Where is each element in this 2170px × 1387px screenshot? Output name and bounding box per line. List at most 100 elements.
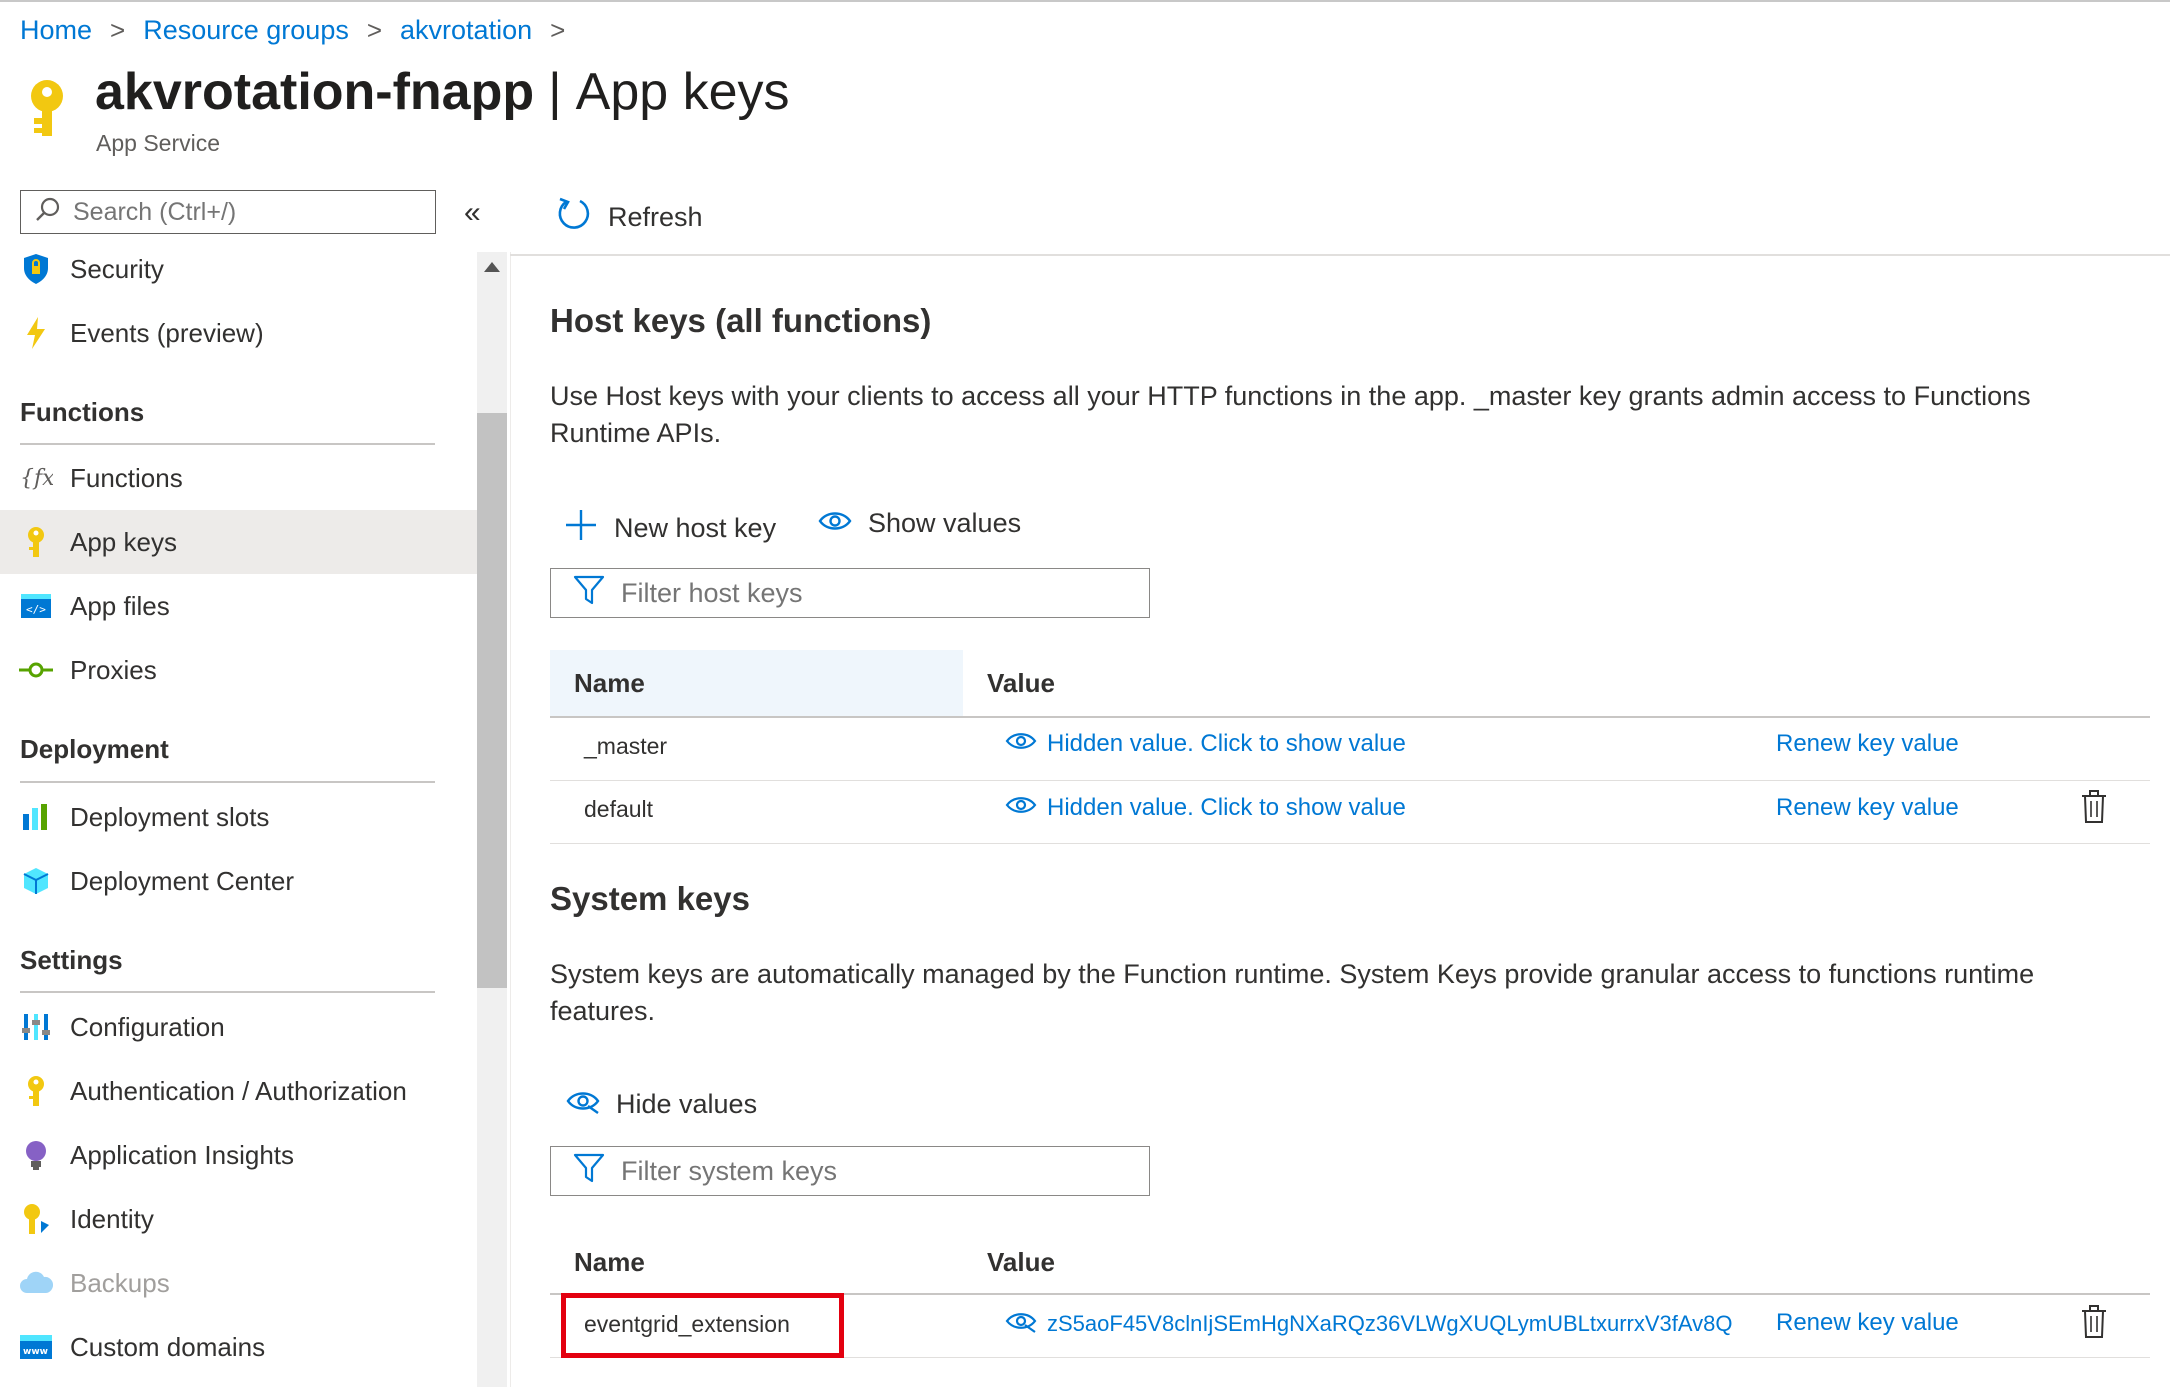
- svg-text:{fx}: {fx}: [20, 466, 53, 491]
- code-file-icon: </>: [16, 586, 56, 626]
- sidebar-item-app-keys[interactable]: App keys: [0, 510, 477, 574]
- collapse-sidebar-button[interactable]: «: [464, 196, 481, 230]
- sidebar-search[interactable]: [20, 190, 436, 234]
- breadcrumb: Home > Resource groups > akvrotation >: [20, 12, 583, 48]
- host-column-name[interactable]: Name: [574, 668, 645, 699]
- section-divider: [20, 781, 435, 783]
- sidebar-item-deployment-center[interactable]: Deployment Center: [0, 849, 477, 913]
- sidebar-item-functions[interactable]: {fx} Functions: [0, 446, 477, 510]
- renew-key-link[interactable]: Renew key value: [1776, 794, 1959, 822]
- refresh-label: Refresh: [608, 201, 703, 232]
- sidebar-item-backups[interactable]: Backups: [0, 1251, 477, 1315]
- plus-icon: [564, 508, 614, 549]
- filter-icon: [573, 574, 605, 613]
- toolbar-divider: [510, 254, 2170, 256]
- deployment-slots-icon: [16, 797, 56, 837]
- sidebar-item-security[interactable]: Security: [0, 237, 477, 301]
- sidebar-item-label: Deployment Center: [70, 865, 294, 896]
- section-divider: [20, 991, 435, 993]
- key-name: default: [584, 796, 654, 822]
- sidebar-item-label: Authentication / Authorization: [70, 1075, 407, 1106]
- hide-values-button[interactable]: Hide values: [566, 1088, 757, 1121]
- key-icon: [22, 78, 72, 140]
- renew-key-link[interactable]: Renew key value: [1776, 1309, 1959, 1337]
- trash-icon[interactable]: [2080, 790, 2108, 829]
- sidebar-item-configuration[interactable]: Configuration: [0, 995, 477, 1059]
- sidebar-item-label: Events (preview): [70, 317, 264, 348]
- breadcrumb-home[interactable]: Home: [20, 15, 92, 46]
- system-column-name[interactable]: Name: [574, 1247, 645, 1278]
- system-column-value[interactable]: Value: [987, 1247, 1055, 1278]
- search-icon: [35, 196, 61, 229]
- sidebar-item-deployment-slots[interactable]: Deployment slots: [0, 785, 477, 849]
- sliders-icon: [16, 1007, 56, 1047]
- svg-text:</>: </>: [26, 603, 46, 616]
- svg-text:www: www: [23, 1347, 48, 1357]
- sidebar-item-proxies[interactable]: Proxies: [0, 638, 477, 702]
- page-name: App keys: [575, 63, 790, 121]
- hide-eye-icon: [1005, 1309, 1047, 1339]
- renew-key-link[interactable]: Renew key value: [1776, 730, 1959, 758]
- proxy-icon: [16, 650, 56, 690]
- sidebar-item-label: Security: [70, 253, 164, 284]
- sidebar-item-label: Proxies: [70, 654, 157, 685]
- filter-host-keys[interactable]: [550, 568, 1150, 618]
- sidebar-item-label: Backups: [70, 1267, 170, 1298]
- filter-system-keys-input[interactable]: [619, 1154, 1143, 1188]
- host-column-value[interactable]: Value: [987, 668, 1055, 699]
- eye-icon: [1005, 730, 1047, 758]
- refresh-button[interactable]: Refresh: [556, 195, 703, 239]
- page-subtitle: App Service: [96, 130, 221, 156]
- resource-name: akvrotation-fnapp: [95, 63, 535, 121]
- key-value-link[interactable]: zS5aoF45V8clnIjSEmHgNXaRQz36VLWgXUQLymUB…: [1005, 1309, 1733, 1339]
- host-keys-description: Use Host keys with your clients to acces…: [550, 381, 2031, 448]
- key-icon: [16, 522, 56, 562]
- show-values-button[interactable]: Show values: [818, 508, 1021, 539]
- sidebar-item-label: App files: [70, 590, 170, 621]
- hide-eye-icon: [566, 1088, 616, 1121]
- sidebar-item-events[interactable]: Events (preview): [0, 301, 477, 365]
- cloud-icon: [16, 1263, 56, 1303]
- key-icon: [16, 1071, 56, 1111]
- highlight-box: [561, 1293, 844, 1358]
- sidebar-item-custom-domains[interactable]: www Custom domains: [0, 1315, 477, 1379]
- filter-icon: [573, 1152, 605, 1191]
- sidebar-item-label: Identity: [70, 1203, 154, 1234]
- identity-key-icon: [16, 1199, 56, 1239]
- shield-icon: [16, 249, 56, 289]
- sidebar-item-label: Functions: [70, 462, 183, 493]
- section-divider: [20, 443, 435, 445]
- show-value-link[interactable]: Hidden value. Click to show value: [1005, 730, 1406, 758]
- scroll-up-icon[interactable]: [484, 262, 500, 272]
- top-border: [0, 0, 2170, 2]
- eye-icon: [818, 508, 868, 539]
- hide-values-label: Hide values: [616, 1089, 758, 1119]
- lightbulb-icon: [16, 1135, 56, 1175]
- sidebar-item-label: Configuration: [70, 1011, 225, 1042]
- eye-icon: [1005, 794, 1047, 822]
- sidebar-item-app-files[interactable]: </> App files: [0, 574, 477, 638]
- function-icon: {fx}: [16, 458, 56, 498]
- filter-system-keys[interactable]: [550, 1146, 1150, 1196]
- filter-host-keys-input[interactable]: [619, 576, 1143, 610]
- system-keys-title: System keys: [550, 880, 750, 917]
- sidebar-item-label: Custom domains: [70, 1331, 266, 1362]
- search-input[interactable]: [71, 196, 435, 228]
- system-keys-description: System keys are automatically managed by…: [550, 959, 2035, 1026]
- show-value-link[interactable]: Hidden value. Click to show value: [1005, 794, 1406, 822]
- breadcrumb-separator: >: [366, 14, 383, 45]
- www-icon: www: [16, 1327, 56, 1367]
- trash-icon[interactable]: [2080, 1305, 2108, 1344]
- breadcrumb-akvrotation[interactable]: akvrotation: [400, 15, 532, 46]
- sidebar-item-app-insights[interactable]: Application Insights: [0, 1123, 477, 1187]
- lightning-icon: [16, 313, 56, 353]
- sidebar-item-authentication[interactable]: Authentication / Authorization: [0, 1059, 477, 1123]
- breadcrumb-resource-groups[interactable]: Resource groups: [143, 15, 349, 46]
- hidden-value-label: Hidden value. Click to show value: [1047, 730, 1406, 757]
- row-divider: [550, 780, 2150, 781]
- scrollbar-thumb[interactable]: [477, 413, 507, 988]
- sidebar-item-identity[interactable]: Identity: [0, 1187, 477, 1251]
- page-title: akvrotation-fnapp | App keys: [95, 62, 790, 122]
- new-host-key-button[interactable]: New host key: [564, 508, 776, 549]
- section-deployment: Deployment: [20, 734, 169, 764]
